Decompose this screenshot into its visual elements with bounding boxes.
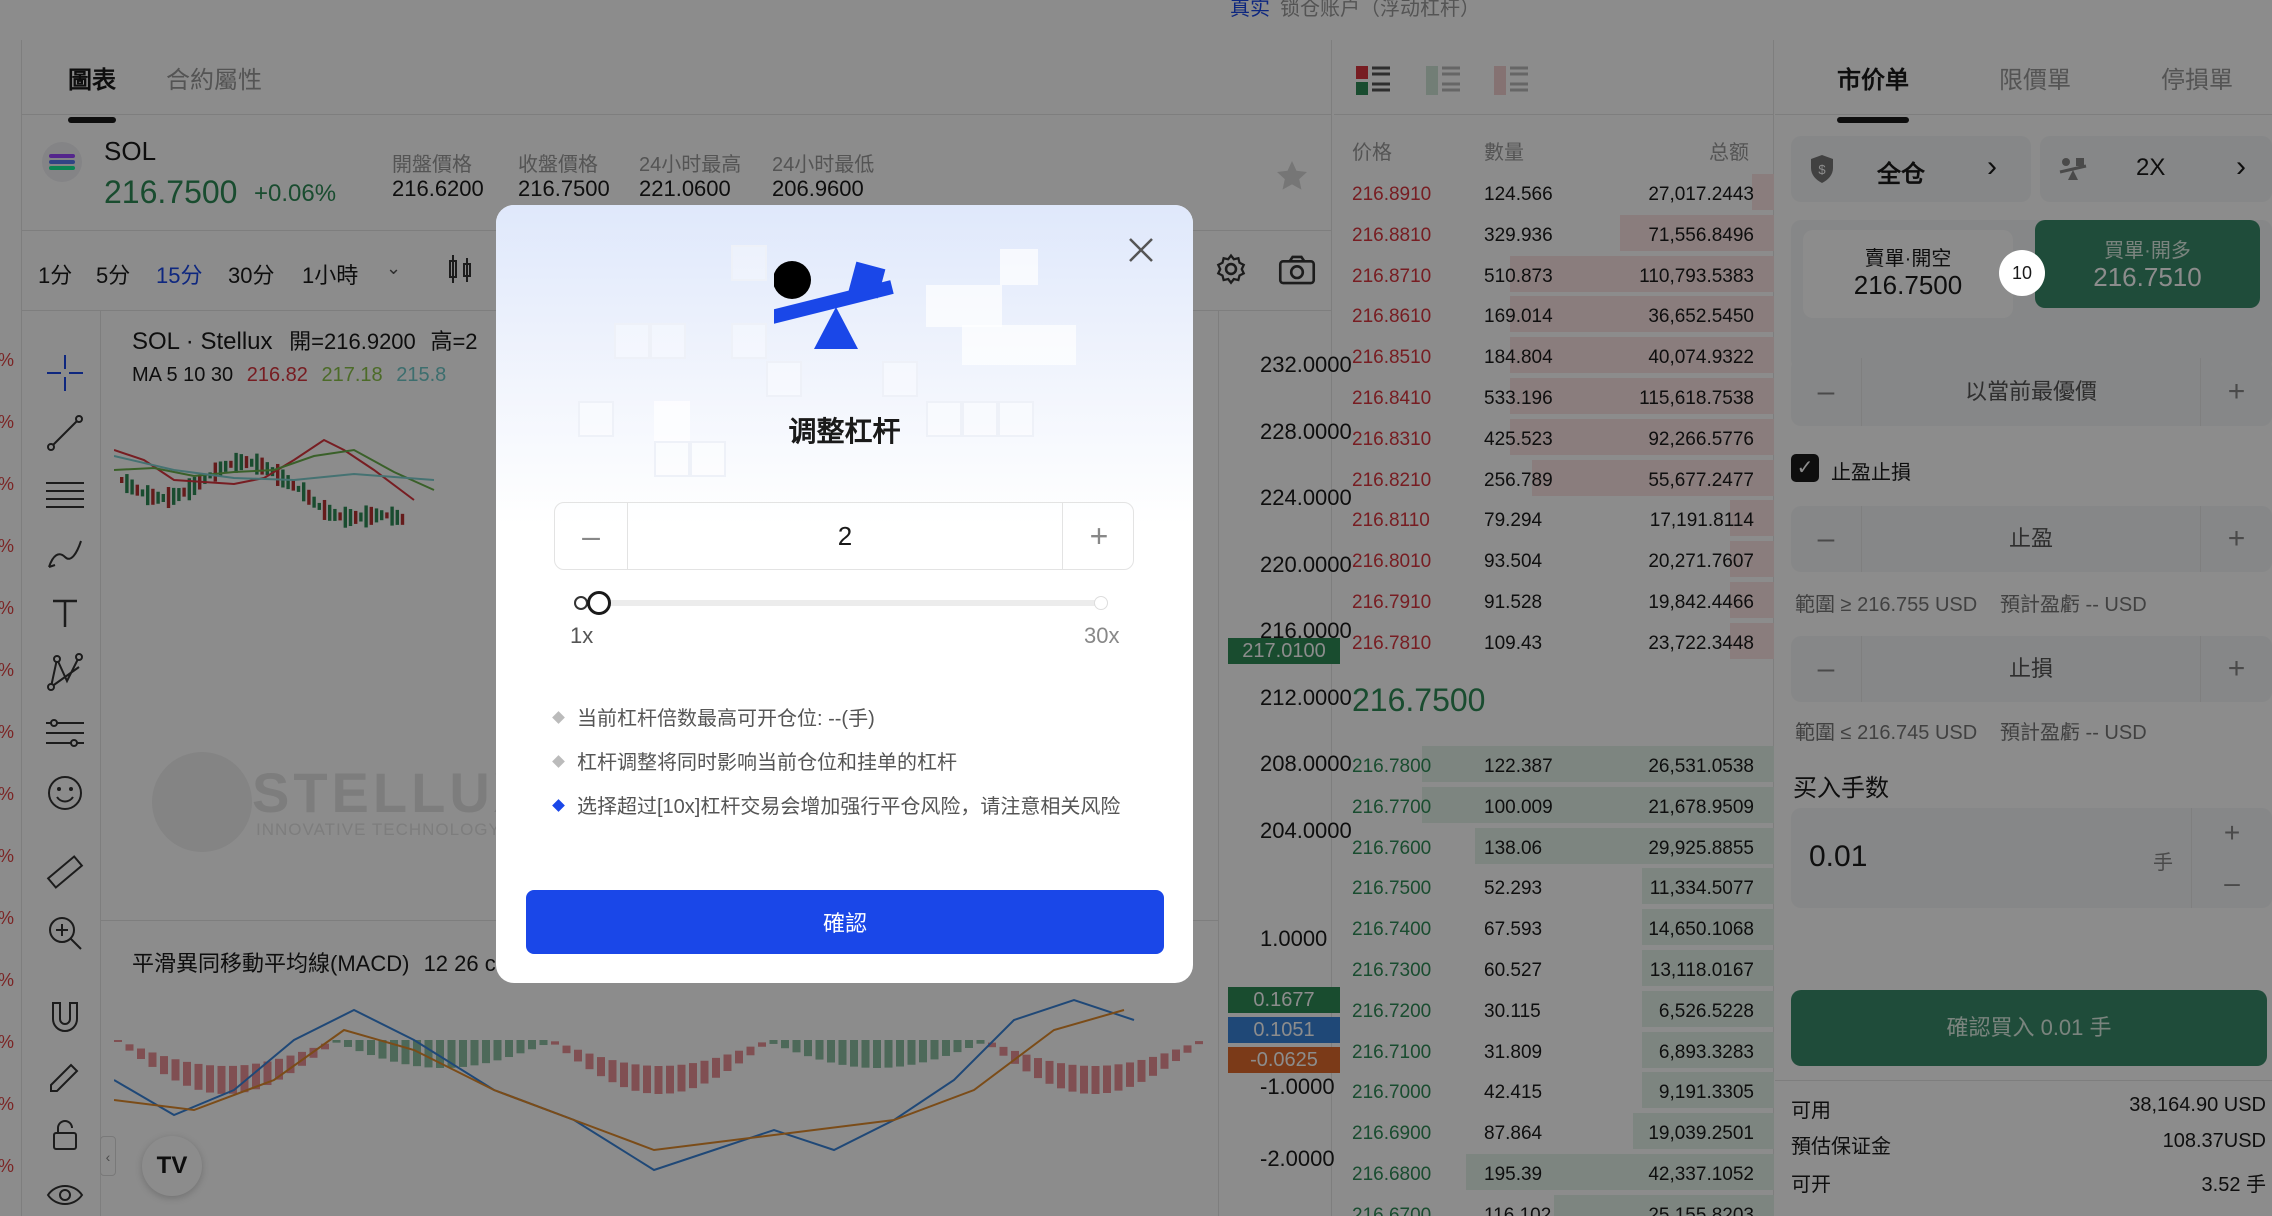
slider-min-label: 1x [570,623,594,648]
leverage-slider-track[interactable] [581,600,1101,606]
leverage-balance-icon [770,257,914,372]
confirm-button[interactable]: 確認 [526,890,1164,954]
leverage-plus-button[interactable]: + [1063,503,1135,569]
slider-min-dot [574,596,588,610]
leverage-slider-thumb[interactable] [586,591,611,615]
note-text: 杠杆调整将同时影响当前仓位和挂单的杠杆 [577,752,957,774]
leverage-input[interactable]: 2 [627,503,1063,569]
slider-max-dot [1094,596,1108,610]
spread-badge: 10 [1999,250,2045,296]
modal-title: 调整杠杆 [788,416,901,447]
app-root: 真实锁仓账户（浮动杠杆） %%%%%%%%%%%%%% 圖表 合約屬性 SOL … [0,0,2272,1216]
note-text: 当前杠杆倍数最高可开仓位: --(手) [577,708,875,730]
leverage-note-1: 当前杠杆倍数最高可开仓位: --(手) [552,701,1134,737]
leverage-modal: 调整杠杆 – 2 + 1x 30x 当前杠杆倍数最高可开仓位: --(手) 杠杆… [496,205,1193,983]
close-icon[interactable] [1126,235,1156,265]
note-text: 选择超过[10x]杠杆交易会增加强行平仓风险，请注意相关风险 [577,796,1121,818]
leverage-note-3: 选择超过[10x]杠杆交易会增加强行平仓风险，请注意相关风险 [552,789,1134,825]
leverage-minus-button[interactable]: – [555,503,627,569]
leverage-note-2: 杠杆调整将同时影响当前仓位和挂单的杠杆 [552,745,1134,781]
leverage-stepper: – 2 + [554,502,1134,570]
slider-max-label: 30x [1084,623,1120,648]
